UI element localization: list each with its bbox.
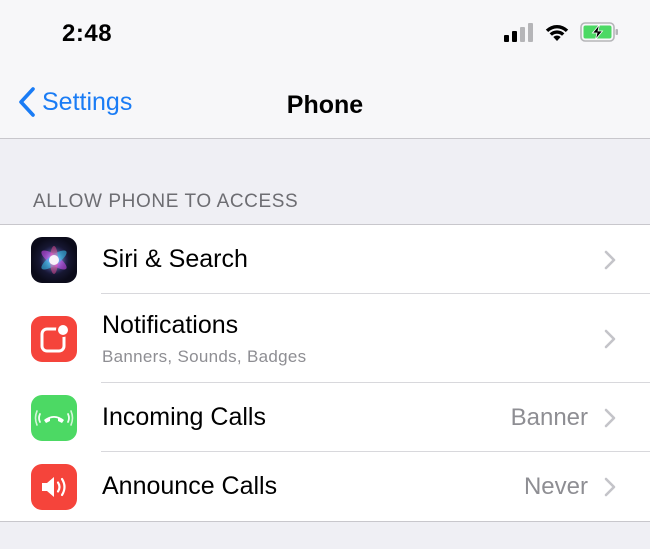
chevron-right-icon <box>604 250 616 269</box>
row-title: Siri & Search <box>102 245 248 273</box>
incoming-calls-icon <box>31 394 77 441</box>
row-title: Notifications <box>102 310 239 339</box>
chevron-right-icon <box>604 408 616 427</box>
list-item-incoming-calls[interactable]: Incoming Calls Banner <box>0 383 650 452</box>
row-text: Incoming Calls <box>102 403 266 432</box>
row-title: Announce Calls <box>102 472 278 500</box>
row-text: Siri & Search <box>102 245 248 274</box>
list-item-notifications[interactable]: Notifications Banners, Sounds, Badges <box>0 294 650 383</box>
row-text: Announce Calls <box>102 472 277 501</box>
chevron-right-icon <box>604 477 616 496</box>
status-time: 2:48 <box>62 20 113 47</box>
row-text: Notifications Banners, Sounds, Badges <box>102 311 306 367</box>
row-subtitle: Banners, Sounds, Badges <box>102 346 307 366</box>
announce-calls-icon <box>31 463 77 510</box>
notifications-icon <box>31 315 77 362</box>
navigation-bar: Settings Phone <box>0 72 650 139</box>
page-title: Phone <box>286 91 364 119</box>
list-item-announce-calls[interactable]: Announce Calls Never <box>0 452 650 521</box>
list-item-siri-search[interactable]: Siri & Search <box>0 225 650 294</box>
row-value: Banner <box>510 403 588 431</box>
status-icons <box>504 22 620 42</box>
battery-charging-icon <box>580 22 618 42</box>
status-bar: 2:48 <box>0 0 650 72</box>
chevron-right-icon <box>604 329 616 348</box>
settings-list: Siri & Search Notifications Banners, Sou… <box>0 224 650 522</box>
cellular-signal-icon <box>504 23 533 42</box>
section-header: ALLOW PHONE TO ACCESS <box>33 191 299 212</box>
siri-icon <box>31 236 77 283</box>
row-title: Incoming Calls <box>102 403 266 431</box>
wifi-icon <box>545 25 569 41</box>
row-value: Never <box>523 472 588 500</box>
